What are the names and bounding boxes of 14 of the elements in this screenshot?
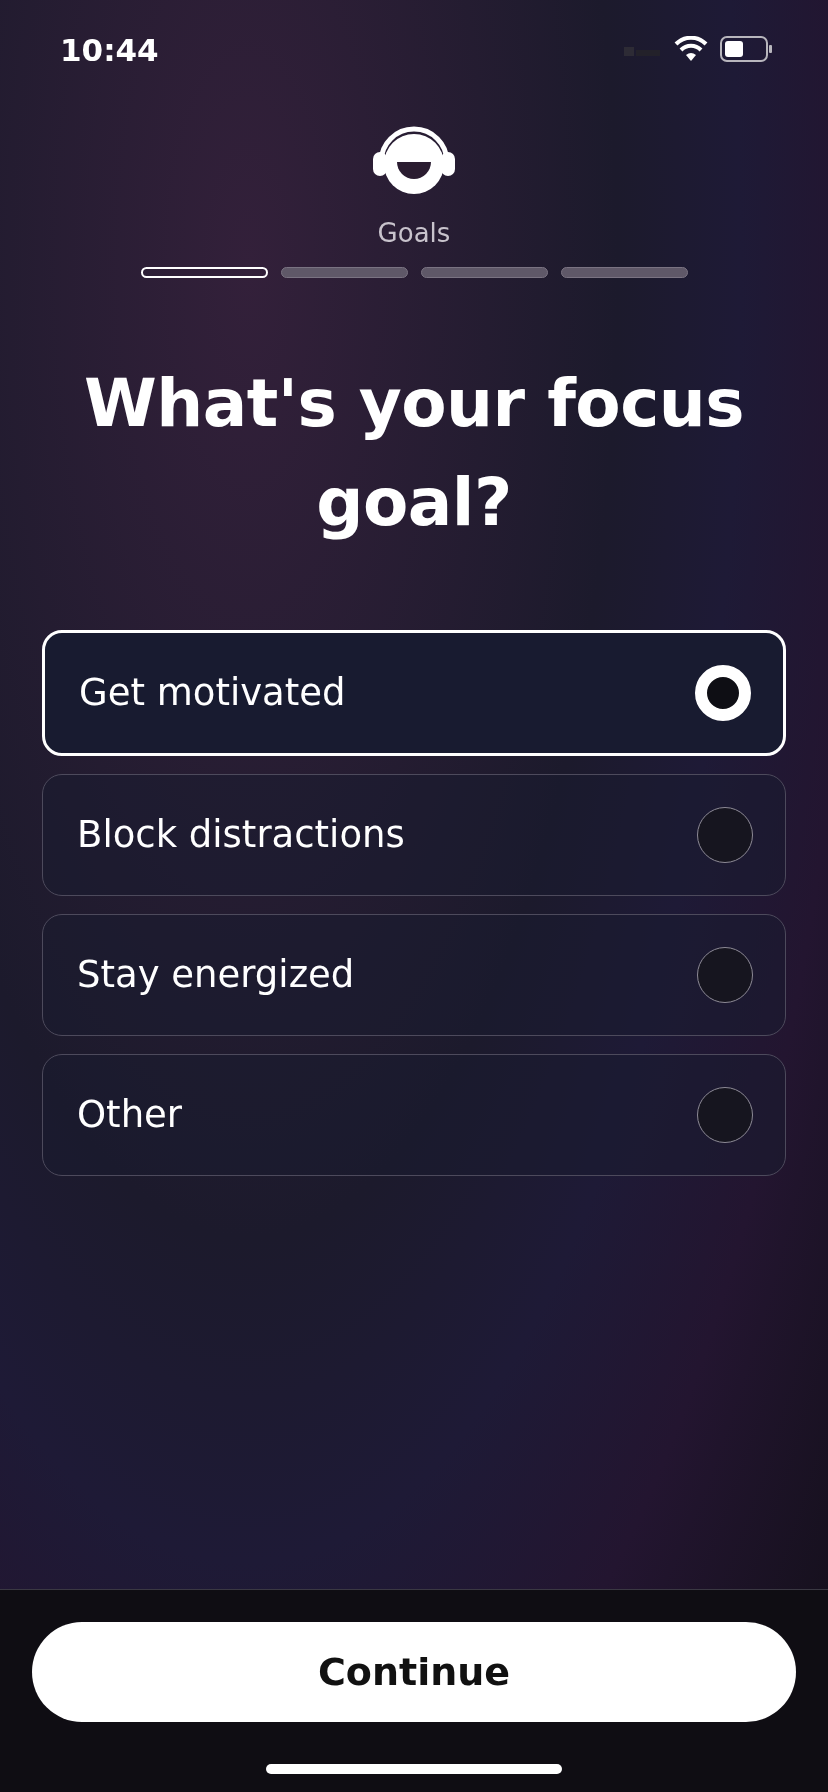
radio-button[interactable]	[697, 807, 753, 863]
option-button[interactable]: Block distractions	[42, 774, 786, 896]
radio-button[interactable]	[697, 1087, 753, 1143]
status-time: 10:44	[60, 31, 159, 70]
option-button[interactable]: Stay energized	[42, 914, 786, 1036]
step-label: Goals	[377, 217, 451, 250]
radio-button[interactable]	[697, 947, 753, 1003]
continue-button[interactable]: Continue	[32, 1622, 796, 1722]
wifi-icon	[674, 36, 708, 62]
question-title: What's your focus goal?	[82, 364, 746, 543]
option-button[interactable]: Other	[42, 1054, 786, 1176]
battery-icon	[720, 36, 772, 62]
headphones-face-icon	[373, 126, 455, 194]
option-button[interactable]: Get motivated	[42, 630, 786, 756]
